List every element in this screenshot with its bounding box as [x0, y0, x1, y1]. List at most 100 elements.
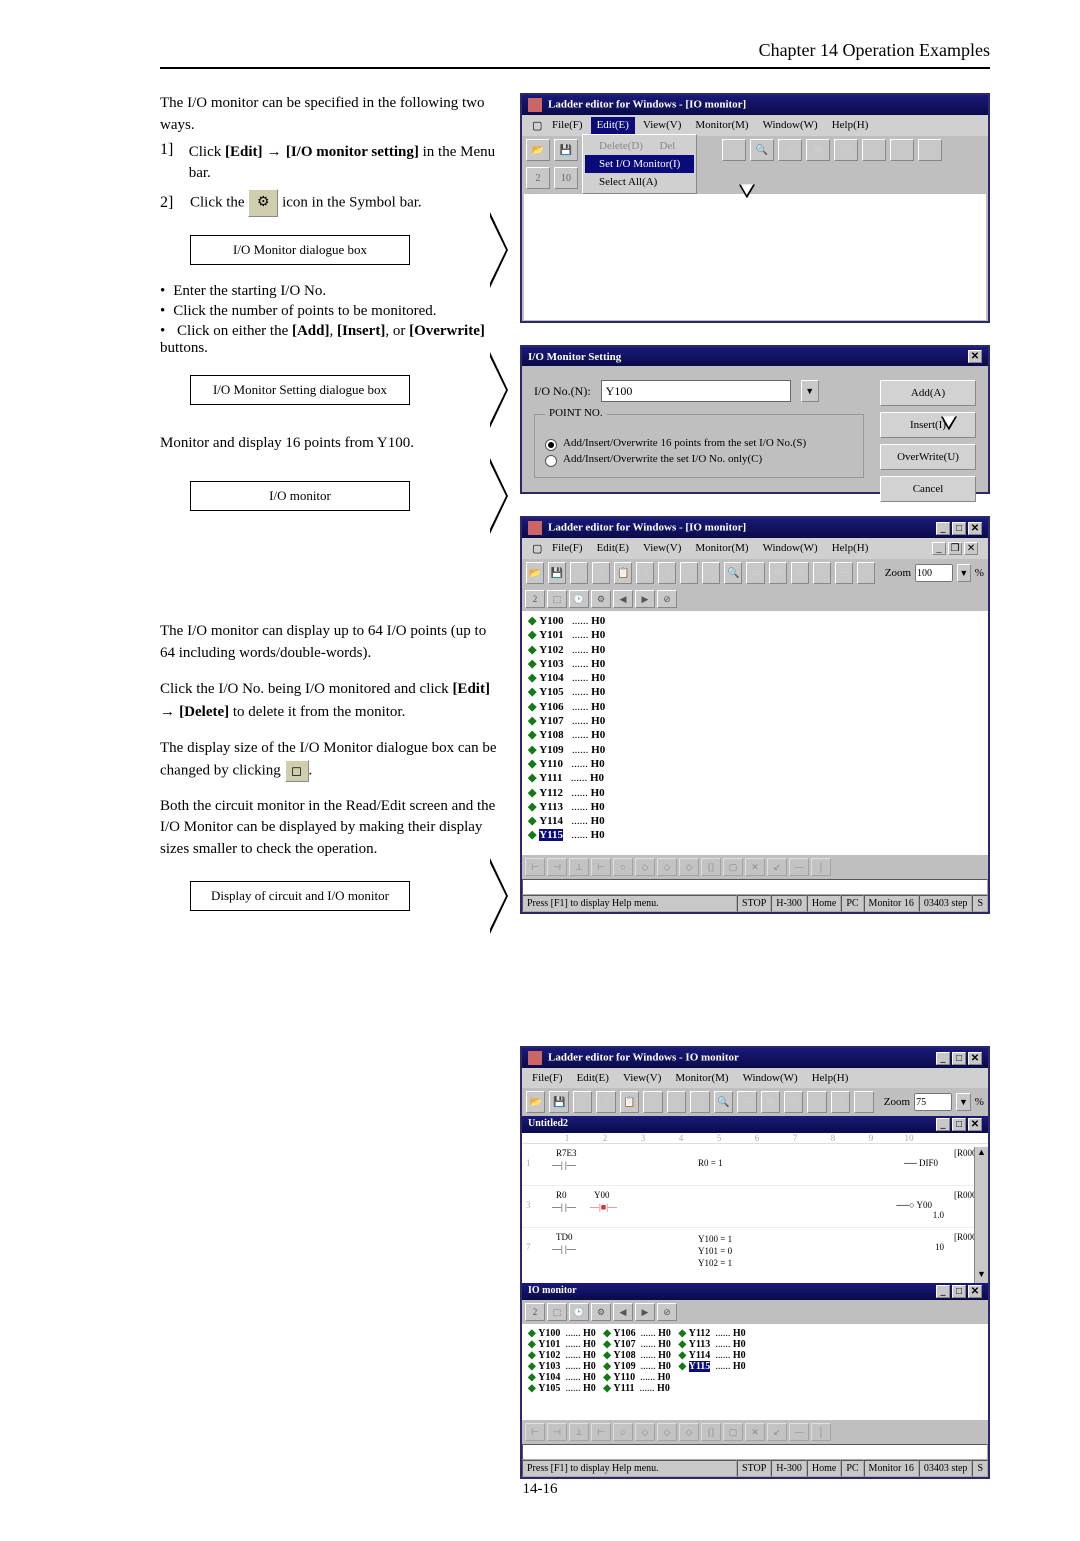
cancel-button[interactable]: Cancel — [880, 476, 976, 502]
menu-monitor[interactable]: Monitor(M) — [689, 540, 754, 557]
monitor-row[interactable]: ◆ Y111 ...... H0 — [528, 771, 982, 785]
lad-btn[interactable]: ○ — [613, 1423, 633, 1441]
tb-clock-icon[interactable]: 🕒 — [569, 590, 589, 608]
tb-find-icon[interactable]: 🔍 — [724, 562, 742, 584]
monitor-row[interactable]: ◆ Y106 ...... H0 — [528, 700, 982, 714]
zoom-input[interactable] — [915, 564, 953, 582]
tb-ins-icon[interactable]: │ — [658, 562, 676, 584]
tb-help-icon[interactable]: ? — [854, 1091, 873, 1113]
tb-help-icon[interactable]: ? — [918, 139, 942, 161]
tb-gear-icon[interactable]: ⚙ — [591, 590, 611, 608]
monitor-row[interactable]: ◆ Y107 ...... H0 — [528, 714, 982, 728]
menu-window[interactable]: Window(W) — [737, 1070, 804, 1086]
lad-btn[interactable]: ○ — [613, 858, 633, 876]
menu-window[interactable]: Window(W) — [757, 540, 824, 557]
tb-10-icon[interactable]: ⬚ — [547, 1303, 567, 1321]
sub-min-icon[interactable]: _ — [936, 1118, 950, 1131]
zoom-dropdown-icon[interactable]: ▼ — [957, 564, 971, 582]
monitor-row[interactable]: ◆ Y115 ...... H0 — [528, 828, 982, 842]
max-icon[interactable]: □ — [952, 522, 966, 535]
tb-y-icon[interactable]: ↷ — [702, 562, 720, 584]
menu-select-all[interactable]: Select All(A) — [585, 173, 694, 191]
inner-max-icon[interactable]: ❐ — [948, 542, 962, 555]
min-icon[interactable]: _ — [936, 1052, 950, 1065]
close-icon[interactable]: ✕ — [968, 350, 982, 363]
close-icon[interactable]: ✕ — [968, 522, 982, 535]
tb-open-icon[interactable]: 📂 — [526, 139, 550, 161]
tb-find-icon[interactable]: 🔍 — [714, 1091, 733, 1113]
io-min-icon[interactable]: _ — [936, 1285, 950, 1298]
menu-monitor[interactable]: Monitor(M) — [689, 117, 754, 134]
tb-next-icon[interactable]: ▶ — [635, 590, 655, 608]
lad-btn[interactable]: ↙ — [767, 1423, 787, 1441]
tb-print-icon[interactable]: 🖶 — [806, 139, 830, 161]
tb-10-icon[interactable]: ⬚ — [547, 590, 567, 608]
zoom-input[interactable] — [914, 1093, 952, 1111]
radio-16points[interactable] — [545, 439, 557, 451]
tb-open-icon[interactable]: 📂 — [526, 562, 544, 584]
lad-btn[interactable]: ◇ — [679, 1423, 699, 1441]
lad-btn[interactable]: — — [789, 858, 809, 876]
monitor-row[interactable]: ◆ Y100 ...... H0 ◆ Y106 ...... H0 ◆ Y112… — [528, 1328, 982, 1339]
tb-y-icon[interactable]: ↷ — [690, 1091, 709, 1113]
tb-next-icon[interactable]: ▶ — [635, 1303, 655, 1321]
lad-btn[interactable]: ✕ — [745, 1423, 765, 1441]
tb-tree-icon[interactable]: ☰ — [831, 1091, 850, 1113]
lad-btn[interactable]: ⊢ — [591, 858, 611, 876]
tb-10-icon[interactable]: 10 — [554, 167, 578, 189]
lad-btn[interactable]: ⊢ — [525, 858, 545, 876]
lad-btn[interactable]: ◇ — [635, 858, 655, 876]
lad-btn[interactable]: ◇ — [635, 1423, 655, 1441]
zoom-dropdown-icon[interactable]: ▼ — [956, 1093, 971, 1111]
lad-btn[interactable]: ↙ — [767, 858, 787, 876]
tb-cut-icon[interactable]: ✂ — [722, 139, 746, 161]
menu-monitor[interactable]: Monitor(M) — [669, 1070, 734, 1086]
tb-copy-icon[interactable]: ⧉ — [596, 1091, 615, 1113]
tb-prev-icon[interactable]: ◀ — [613, 1303, 633, 1321]
menu-view[interactable]: View(V) — [617, 1070, 667, 1086]
lad-btn[interactable]: ⊢ — [591, 1423, 611, 1441]
close-icon[interactable]: ✕ — [968, 1052, 982, 1065]
tb-print-icon[interactable]: 🖶 — [761, 1091, 780, 1113]
monitor-row[interactable]: ◆ Y108 ...... H0 — [528, 728, 982, 742]
tb-print-icon[interactable]: 🖶 — [769, 562, 787, 584]
menu-view[interactable]: View(V) — [637, 117, 687, 134]
lad-btn[interactable]: ⊢ — [525, 1423, 545, 1441]
monitor-row[interactable]: ◆ Y113 ...... H0 — [528, 800, 982, 814]
menu-edit[interactable]: Edit(E) — [591, 540, 635, 557]
tb-preview-icon[interactable]: 👁 — [834, 139, 858, 161]
tb-2-icon[interactable]: 2 — [526, 167, 550, 189]
tb-save-icon[interactable]: 💾 — [549, 1091, 568, 1113]
lad-btn[interactable]: [] — [701, 1423, 721, 1441]
inner-close-icon[interactable]: ✕ — [964, 542, 978, 555]
monitor-row[interactable]: ◆ Y101 ...... H0 — [528, 628, 982, 642]
tb-del-icon[interactable]: ✕ — [643, 1091, 662, 1113]
lad-btn[interactable]: ✕ — [745, 858, 765, 876]
monitor-row[interactable]: ◆ Y110 ...... H0 — [528, 757, 982, 771]
monitor-row[interactable]: ◆ Y109 ...... H0 — [528, 743, 982, 757]
tb-preview-icon[interactable]: 👁 — [791, 562, 809, 584]
lad-btn[interactable]: │ — [811, 1423, 831, 1441]
tb-cut-icon[interactable]: ✂ — [570, 562, 588, 584]
sub-close-icon[interactable]: ✕ — [968, 1118, 982, 1131]
sub-max-icon[interactable]: □ — [952, 1118, 966, 1131]
tb-open-icon[interactable]: 📂 — [526, 1091, 545, 1113]
tb-paste-icon[interactable]: 📋 — [614, 562, 632, 584]
lad-btn[interactable]: ⊣ — [547, 858, 567, 876]
tb-findnext-icon[interactable]: ⇄ — [737, 1091, 756, 1113]
tb-clock-icon[interactable]: 🕒 — [569, 1303, 589, 1321]
lad-btn[interactable]: ⊣ — [547, 1423, 567, 1441]
monitor-row[interactable]: ◆ Y103 ...... H0 ◆ Y109 ...... H0 ◆ Y115… — [528, 1361, 982, 1372]
monitor-row[interactable]: ◆ Y102 ...... H0 — [528, 643, 982, 657]
monitor-row[interactable]: ◆ Y105 ...... H0 — [528, 685, 982, 699]
tb-findnext-icon[interactable]: ⇄ — [746, 562, 764, 584]
menu-file[interactable]: File(F) — [546, 540, 589, 557]
menu-window[interactable]: Window(W) — [757, 117, 824, 134]
menu-help[interactable]: Help(H) — [806, 1070, 855, 1086]
tb-list-icon[interactable]: ≡ — [807, 1091, 826, 1113]
monitor-row[interactable]: ◆ Y103 ...... H0 — [528, 657, 982, 671]
tb-preview-icon[interactable]: 👁 — [784, 1091, 803, 1113]
menu-help[interactable]: Help(H) — [826, 117, 875, 134]
tb-paste-icon[interactable]: 📋 — [620, 1091, 639, 1113]
lad-btn[interactable]: ◇ — [657, 858, 677, 876]
